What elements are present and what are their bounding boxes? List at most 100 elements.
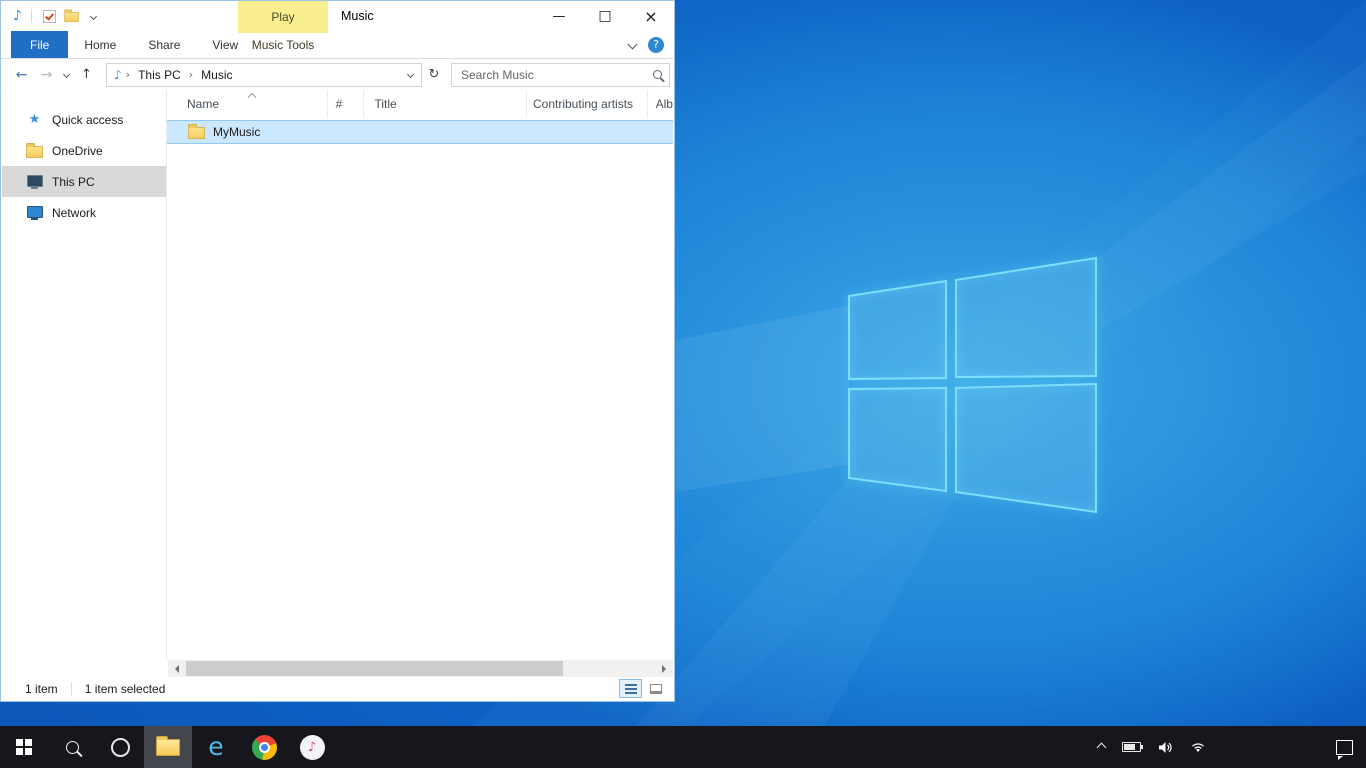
- file-name-label: MyMusic: [213, 125, 260, 139]
- taskbar-search-button[interactable]: [48, 726, 96, 768]
- window-title: Music: [341, 1, 374, 31]
- itunes-icon: ♪: [300, 735, 325, 760]
- help-icon: ?: [653, 38, 659, 51]
- tab-home[interactable]: Home: [68, 31, 132, 58]
- address-bar[interactable]: ♪ › This PC › Music: [106, 63, 422, 87]
- address-dropdown-button[interactable]: [401, 64, 419, 86]
- tab-share[interactable]: Share: [132, 31, 196, 58]
- sidebar-item-label: Network: [52, 206, 96, 220]
- search-box: [451, 63, 670, 87]
- column-header-album[interactable]: Alb: [648, 90, 673, 118]
- contextual-tab-group-header[interactable]: Play: [238, 1, 328, 33]
- computer-icon: [27, 175, 43, 187]
- title-bar: ♪ Play Music — □ ×: [1, 1, 674, 31]
- details-view-icon: [625, 684, 637, 694]
- qat-new-folder-button[interactable]: [61, 5, 83, 27]
- scroll-left-button[interactable]: [168, 660, 185, 677]
- breadcrumb-this-pc[interactable]: This PC: [134, 66, 185, 84]
- maximize-button[interactable]: □: [582, 1, 628, 31]
- refresh-button[interactable]: ↻: [424, 63, 444, 87]
- chrome-icon: [252, 735, 277, 760]
- scrollbar-thumb[interactable]: [186, 661, 563, 676]
- selected-count-label: 1 item selected: [85, 682, 166, 696]
- internet-explorer-icon: e: [208, 736, 223, 759]
- taskbar-file-explorer-button[interactable]: [144, 726, 192, 768]
- qat-properties-button[interactable]: [39, 5, 61, 27]
- onedrive-icon: [26, 146, 43, 158]
- volume-button[interactable]: [1158, 741, 1173, 754]
- app-music-icon: ♪: [13, 8, 22, 24]
- address-row: ← → ↑ ♪ › This PC › Music ↻: [1, 59, 674, 91]
- sidebar-item-label: OneDrive: [52, 144, 103, 158]
- large-icons-view-button[interactable]: [644, 679, 667, 698]
- sidebar-item-this-pc[interactable]: This PC: [2, 166, 166, 197]
- search-icon[interactable]: [653, 70, 662, 79]
- up-button[interactable]: ↑: [74, 62, 99, 88]
- ribbon-tab-row: File Home Share View Music Tools ?: [1, 31, 674, 59]
- system-tray: [1098, 726, 1322, 768]
- sidebar-item-network[interactable]: Network: [2, 197, 166, 228]
- details-view-button[interactable]: [619, 679, 642, 698]
- cortana-button[interactable]: [96, 726, 144, 768]
- cortana-icon: [111, 738, 130, 757]
- status-separator: [71, 682, 72, 696]
- scroll-right-button[interactable]: [656, 660, 673, 677]
- file-list-pane: Name # Title Contributing artists Alb My…: [167, 90, 673, 660]
- large-icons-view-icon: [650, 684, 662, 694]
- show-hidden-icons-button[interactable]: [1098, 744, 1105, 751]
- chevron-down-icon: [406, 71, 413, 78]
- sort-ascending-icon: [248, 93, 256, 101]
- chevron-down-icon: [628, 40, 638, 50]
- column-header-number[interactable]: #: [328, 90, 365, 118]
- forward-button[interactable]: →: [34, 62, 59, 88]
- search-icon: [66, 741, 79, 754]
- chevron-down-icon: [63, 71, 70, 78]
- file-explorer-icon: [156, 739, 180, 756]
- file-row-mymusic[interactable]: MyMusic: [167, 120, 673, 144]
- search-input[interactable]: [459, 67, 649, 83]
- sidebar-item-label: This PC: [52, 175, 95, 189]
- minimize-button[interactable]: —: [536, 1, 582, 31]
- back-button[interactable]: ←: [9, 62, 34, 88]
- taskbar-chrome-button[interactable]: [240, 726, 288, 768]
- help-button[interactable]: ?: [648, 37, 664, 53]
- speaker-icon: [1158, 741, 1173, 754]
- qat-customize-button[interactable]: [83, 5, 105, 27]
- triangle-left-icon: [171, 665, 179, 673]
- tab-music-tools[interactable]: Music Tools: [238, 31, 328, 58]
- battery-button[interactable]: [1122, 742, 1141, 752]
- tab-file[interactable]: File: [11, 31, 68, 58]
- taskbar-itunes-button[interactable]: ♪: [288, 726, 336, 768]
- up-arrow-icon: ↑: [81, 67, 92, 82]
- taskbar-internet-explorer-button[interactable]: e: [192, 726, 240, 768]
- breadcrumb-separator: ›: [126, 68, 130, 81]
- battery-icon: [1122, 742, 1141, 752]
- taskbar: e ♪: [0, 726, 1366, 768]
- column-header-name[interactable]: Name: [167, 90, 328, 118]
- wifi-icon: [1190, 741, 1206, 753]
- expand-ribbon-button[interactable]: [629, 41, 636, 48]
- breadcrumb-separator: ›: [189, 68, 193, 81]
- column-header-contributing-artists[interactable]: Contributing artists: [527, 90, 648, 118]
- close-button[interactable]: ×: [628, 1, 674, 31]
- new-folder-icon: [65, 12, 79, 22]
- main-area: ★ Quick access OneDrive This PC Network …: [2, 90, 673, 660]
- explorer-window: ♪ Play Music — □ × File Home Share View …: [0, 0, 675, 702]
- sidebar-item-quick-access[interactable]: ★ Quick access: [2, 104, 166, 135]
- action-center-icon: [1336, 740, 1353, 755]
- scrollbar-track[interactable]: [185, 660, 656, 677]
- recent-locations-button[interactable]: [59, 62, 74, 88]
- breadcrumb-music[interactable]: Music: [197, 66, 236, 84]
- sidebar-item-label: Quick access: [52, 113, 123, 127]
- network-button[interactable]: [1190, 741, 1206, 753]
- action-center-button[interactable]: [1322, 726, 1366, 768]
- properties-icon: [43, 10, 56, 23]
- sidebar-item-onedrive[interactable]: OneDrive: [2, 135, 166, 166]
- horizontal-scrollbar[interactable]: [168, 660, 673, 677]
- navigation-pane: ★ Quick access OneDrive This PC Network: [2, 90, 167, 660]
- back-arrow-icon: ←: [16, 67, 28, 83]
- start-button[interactable]: [0, 726, 48, 768]
- status-bar: 1 item 1 item selected: [2, 677, 673, 700]
- forward-arrow-icon: →: [41, 67, 53, 83]
- column-header-title[interactable]: Title: [364, 90, 527, 118]
